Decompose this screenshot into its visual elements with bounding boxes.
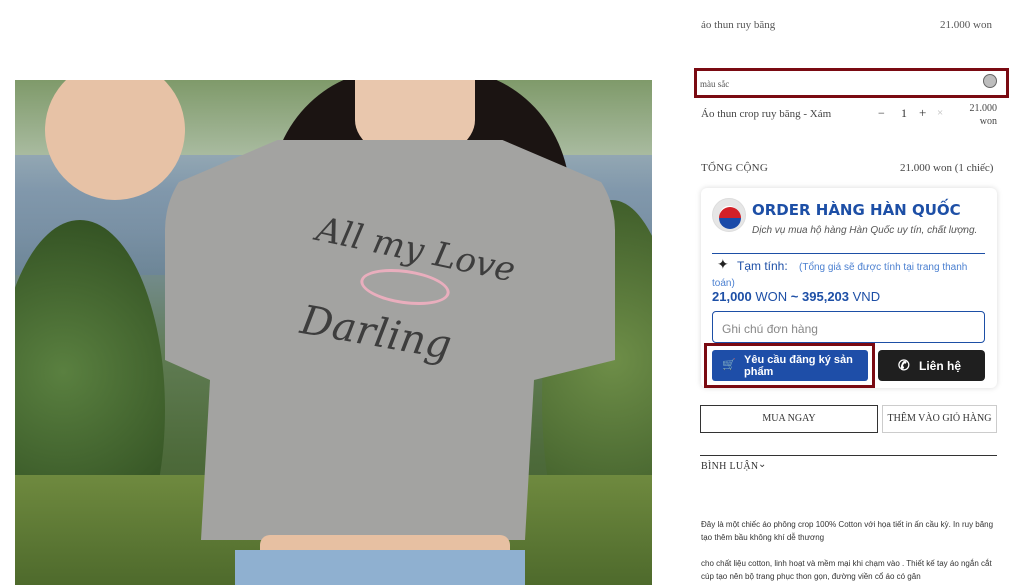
product-price: 21.000 won <box>940 19 992 31</box>
cart-icon: 🛒 <box>722 359 736 371</box>
contact-button-label: Liên hệ <box>919 359 962 373</box>
subtotal-label: Tạm tính: <box>737 259 788 273</box>
cart-item-name: Áo thun crop ruy băng - Xám <box>701 108 832 120</box>
chevron-down-icon[interactable]: ⌄ <box>758 459 766 470</box>
total-label: TỔNG CỘNG <box>701 162 769 174</box>
widget-divider <box>712 253 985 254</box>
total-value: 21.000 won (1 chiếc) <box>900 162 994 174</box>
cart-item-price: 21.000 won <box>969 103 998 127</box>
price-vnd-unit: VND <box>852 289 881 304</box>
product-photo: All my Love Darling <box>15 80 652 585</box>
request-product-button[interactable]: 🛒 Yêu cầu đăng ký sản phẩm <box>712 350 868 381</box>
price-won-unit: WON <box>755 289 788 304</box>
model-jeans <box>235 550 525 585</box>
color-swatch-gray[interactable] <box>983 74 997 88</box>
reviews-toggle[interactable]: BÌNH LUẬN <box>701 461 758 472</box>
qty-value[interactable]: 1 <box>901 106 907 121</box>
product-title: áo thun ruy băng <box>701 19 776 31</box>
price-won-number: 21,000 <box>712 289 752 304</box>
color-selector-label: màu sắc <box>700 79 730 89</box>
request-button-label: Yêu cầu đăng ký sản phẩm <box>744 354 853 378</box>
buy-now-button[interactable]: MUA NGAY <box>700 405 878 433</box>
color-selector[interactable] <box>694 68 1009 98</box>
brand-tagline: Dịch vụ mua hộ hàng Hàn Quốc uy tín, chấ… <box>752 225 978 236</box>
brand-title: ORDER HÀNG HÀN QUỐC <box>752 201 961 219</box>
description-paragraph-2: cho chất liệu cotton, linh hoạt và mềm m… <box>701 559 992 581</box>
contact-button[interactable]: ✆ Liên hệ <box>878 350 985 381</box>
brand-logo-icon <box>712 198 746 232</box>
price-separator: ~ <box>790 289 799 304</box>
order-note-input[interactable]: Ghi chú đơn hàng <box>712 311 985 343</box>
phone-icon: ✆ <box>898 357 910 373</box>
qty-increase-button[interactable]: + <box>919 105 926 121</box>
price-vnd-number: 395,203 <box>802 289 850 304</box>
sparkle-icon: ✦ <box>717 258 729 273</box>
remove-item-button[interactable]: × <box>937 107 943 119</box>
qty-decrease-button[interactable]: − <box>878 106 885 121</box>
converted-price: 21,000 WON ~ 395,203 VND <box>712 289 880 304</box>
add-to-cart-button[interactable]: THÊM VÀO GIỎ HÀNG <box>882 405 997 433</box>
description-paragraph-1: Đây là một chiếc áo phông crop 100% Cott… <box>701 520 994 542</box>
section-divider <box>700 455 997 456</box>
